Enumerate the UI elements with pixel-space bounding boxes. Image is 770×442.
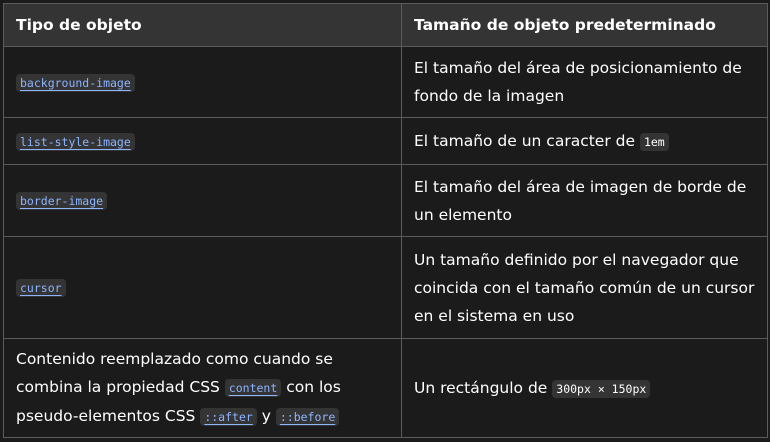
object-type-cell: cursor bbox=[3, 236, 402, 339]
object-type-code: border-image bbox=[16, 192, 108, 210]
object-type-code: list-style-image bbox=[16, 132, 135, 151]
table-row: cursor Un tamaño definido por el navegad… bbox=[3, 236, 768, 339]
default-size-cell: El tamaño del área de imagen de borde de… bbox=[401, 164, 768, 237]
default-size-cell: Un tamaño definido por el navegador que … bbox=[401, 236, 768, 339]
default-size-cell: Un rectángulo de 300px × 150px bbox=[401, 338, 768, 438]
after-link[interactable]: ::after bbox=[200, 407, 257, 426]
before-link[interactable]: ::before bbox=[275, 407, 340, 426]
background-image-link[interactable]: background-image bbox=[16, 73, 135, 92]
table-row: list-style-image El tamaño de un caracte… bbox=[3, 117, 768, 165]
default-size-text: El tamaño de un caracter de bbox=[414, 131, 636, 150]
before-code: ::before bbox=[275, 408, 340, 426]
default-size-code: 300px × 150px bbox=[552, 379, 651, 398]
object-type-cell: Contenido reemplazado como cuando se com… bbox=[3, 338, 402, 438]
after-code: ::after bbox=[200, 408, 257, 426]
cursor-link[interactable]: cursor bbox=[16, 278, 66, 297]
table-header-row: Tipo de objeto Tamaño de objeto predeter… bbox=[3, 3, 768, 47]
object-type-cell: list-style-image bbox=[3, 117, 402, 165]
column-header-default-size: Tamaño de objeto predeterminado bbox=[401, 3, 768, 47]
content-code: content bbox=[224, 379, 282, 397]
content-link[interactable]: content bbox=[224, 378, 282, 397]
object-size-table: Tipo de objeto Tamaño de objeto predeter… bbox=[3, 3, 768, 438]
object-type-cell: background-image bbox=[3, 46, 402, 118]
list-style-image-link[interactable]: list-style-image bbox=[16, 132, 135, 151]
default-size-cell: El tamaño del área de posicionamiento de… bbox=[401, 46, 768, 118]
object-type-code: background-image bbox=[16, 73, 135, 92]
object-type-text: y bbox=[261, 407, 271, 425]
table-row: Contenido reemplazado como cuando se com… bbox=[3, 338, 768, 438]
object-type-cell: border-image bbox=[3, 164, 402, 237]
table-row: background-image El tamaño del área de p… bbox=[3, 46, 768, 118]
border-image-link[interactable]: border-image bbox=[16, 191, 108, 210]
object-type-code: cursor bbox=[16, 279, 66, 297]
default-size-cell: El tamaño de un caracter de 1em bbox=[401, 117, 768, 165]
default-size-text: Un rectángulo de bbox=[414, 378, 548, 397]
table-row: border-image El tamaño del área de image… bbox=[3, 164, 768, 237]
column-header-object-type: Tipo de objeto bbox=[3, 3, 402, 47]
default-size-code: 1em bbox=[639, 132, 669, 151]
